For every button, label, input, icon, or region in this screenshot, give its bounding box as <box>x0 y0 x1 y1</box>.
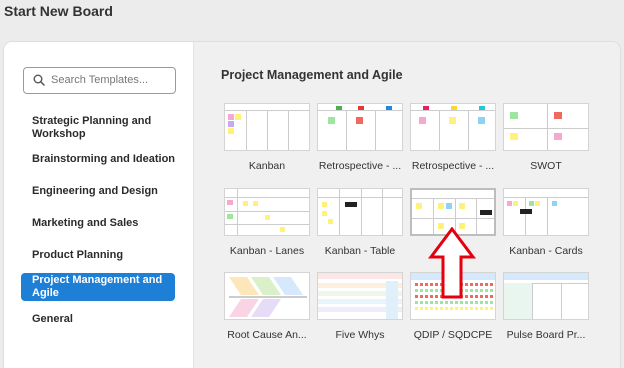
category-engineering-design[interactable]: Engineering and Design <box>21 185 175 198</box>
template-label: Kanban <box>248 160 286 172</box>
category-marketing-sales[interactable]: Marketing and Sales <box>21 217 175 230</box>
search-icon <box>33 74 45 86</box>
up-arrow-annotation-icon <box>428 227 476 299</box>
template-label: Kanban - Table <box>324 245 396 257</box>
template-kanban-lanes[interactable]: Kanban - Lanes <box>224 188 310 257</box>
page-title: Start New Board <box>4 3 113 19</box>
template-label: Root Cause An... <box>227 329 307 341</box>
template-root-cause-analysis[interactable]: Root Cause An... <box>224 272 310 341</box>
category-project-management-agile[interactable]: Project Management and Agile <box>21 273 175 301</box>
template-label: Pulse Board Pr... <box>506 329 586 341</box>
template-label: Kanban - Cards <box>509 245 583 257</box>
template-thumbnail <box>224 272 310 320</box>
template-thumbnail <box>317 103 403 151</box>
template-thumbnail <box>503 272 589 320</box>
template-kanban[interactable]: Kanban <box>224 103 310 172</box>
section-title: Project Management and Agile <box>221 68 403 82</box>
template-label: Retrospective - ... <box>318 160 402 172</box>
template-retrospective-2[interactable]: Retrospective - ... <box>410 103 496 172</box>
template-swot[interactable]: SWOT <box>503 103 589 172</box>
category-brainstorming[interactable]: Brainstorming and Ideation <box>21 153 175 166</box>
template-kanban-table[interactable]: Kanban - Table <box>317 188 403 257</box>
template-pulse-board[interactable]: Pulse Board Pr... <box>503 272 589 341</box>
template-thumbnail <box>503 188 589 236</box>
template-label: SWOT <box>530 160 562 172</box>
template-thumbnail <box>317 272 403 320</box>
search-box[interactable] <box>23 67 176 94</box>
template-dialog: Strategic Planning and Workshop Brainsto… <box>4 42 620 368</box>
template-label: Five Whys <box>335 329 385 341</box>
category-general[interactable]: General <box>21 313 175 326</box>
template-label: QDIP / SQDCPE <box>413 329 493 341</box>
template-five-whys[interactable]: Five Whys <box>317 272 403 341</box>
template-kanban-cards[interactable]: Kanban - Cards <box>503 188 589 257</box>
template-label: Retrospective - ... <box>411 160 495 172</box>
template-thumbnail <box>224 103 310 151</box>
category-sidebar: Strategic Planning and Workshop Brainsto… <box>4 42 194 368</box>
fishbone-diagram-icon <box>229 277 307 317</box>
template-thumbnail <box>317 188 403 236</box>
template-thumbnail <box>224 188 310 236</box>
template-label: Kanban - Lanes <box>229 245 305 257</box>
template-gallery: Project Management and Agile Kanban Retr… <box>194 42 620 368</box>
category-product-planning[interactable]: Product Planning <box>21 249 175 262</box>
template-thumbnail <box>503 103 589 151</box>
template-retrospective-1[interactable]: Retrospective - ... <box>317 103 403 172</box>
category-strategic-planning[interactable]: Strategic Planning and Workshop <box>21 115 175 141</box>
template-thumbnail <box>410 103 496 151</box>
search-input[interactable] <box>51 71 171 89</box>
